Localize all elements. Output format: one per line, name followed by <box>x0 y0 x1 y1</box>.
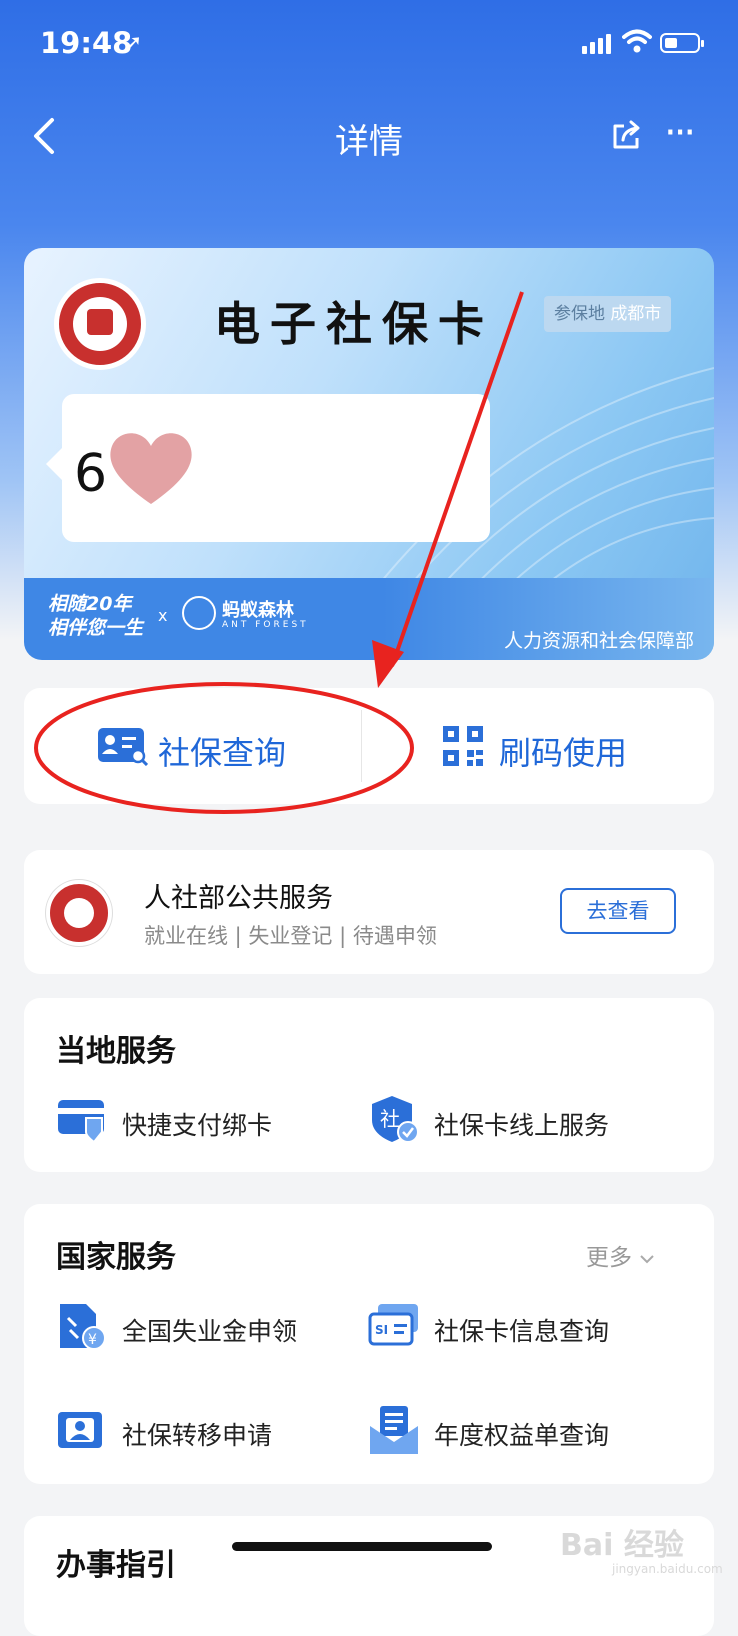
social-security-query-label: 社保查询 <box>158 734 287 772</box>
social-security-query-button[interactable]: 社保查询 <box>24 688 369 804</box>
status-bar: 19:48 ➚ <box>0 0 738 90</box>
card-title: 电子社保卡 <box>214 297 494 351</box>
heart-sticker-icon <box>110 433 192 504</box>
status-time: 19:48 <box>40 26 133 60</box>
region-value: 成都市 <box>610 304 662 324</box>
watermark: Bai 经验 <box>560 1528 684 1563</box>
card-actions: 社保查询 刷码使用 <box>24 688 714 804</box>
svg-text:社: 社 <box>380 1107 400 1131</box>
card-footer: 相随20年 相伴您一生 x 蚂蚁森林 ANT FOREST 人力资源和社会保障部 <box>24 578 714 660</box>
battery-icon <box>660 33 704 53</box>
item-label: 快捷支付绑卡 <box>122 1111 273 1140</box>
chevron-down-icon <box>640 1255 655 1264</box>
svg-text:SI: SI <box>375 1323 388 1337</box>
item-label: 年度权益单查询 <box>434 1421 610 1450</box>
section-title: 国家服务 <box>56 1240 176 1275</box>
more-link[interactable]: 更多 <box>586 1238 655 1272</box>
partner-name: 蚂蚁森林 <box>222 600 294 621</box>
social-security-logo <box>54 278 146 370</box>
section-title: 当地服务 <box>56 1034 176 1069</box>
issuer-name: 人力资源和社会保障部 <box>503 630 694 652</box>
share-icon[interactable] <box>610 118 644 152</box>
item-label: 社保转移申请 <box>122 1421 273 1450</box>
scan-code-label: 刷码使用 <box>499 734 628 772</box>
location-icon: ➚ <box>124 31 143 56</box>
public-service-panel[interactable]: 人社部公共服务 就业在线 | 失业登记 | 待遇申领 去查看 <box>24 850 714 974</box>
section-title: 办事指引 <box>56 1548 176 1583</box>
item-label: 社保卡线上服务 <box>434 1111 610 1140</box>
shield-check-icon: 社 <box>372 1096 419 1143</box>
cross-mark: x <box>158 606 168 625</box>
view-button[interactable]: 去查看 <box>560 888 676 934</box>
more-icon[interactable]: ··· <box>664 113 696 153</box>
signal-icon <box>582 34 614 54</box>
scan-code-button[interactable]: 刷码使用 <box>369 688 714 804</box>
id-card-search-icon <box>98 728 148 766</box>
watermark-url: jingyan.baidu.com <box>612 1562 723 1576</box>
slogan-line-2: 相伴您一生 <box>48 617 144 639</box>
region-label: 参保地 <box>554 304 605 324</box>
local-services-panel: 当地服务 快捷支付绑卡 社 社保卡线上服务 <box>24 998 714 1172</box>
more-label: 更多 <box>586 1245 632 1271</box>
wifi-icon <box>622 29 652 53</box>
ant-forest-icon <box>182 596 216 630</box>
si-card-icon: SI <box>368 1304 418 1346</box>
public-service-title: 人社部公共服务 <box>144 883 333 914</box>
divider <box>361 710 362 782</box>
national-services-panel: 国家服务 更多 ¥ 全国失业金申领 SI 社保卡信息查询 社保转移申请 年度权益… <box>24 1204 714 1484</box>
person-card-icon <box>58 1412 102 1448</box>
social-security-card[interactable]: 电子社保卡 参保地 成都市 6 相随20年 相伴您一生 x 蚂蚁森林 ANT F… <box>24 248 714 660</box>
card-number: 6 <box>74 444 108 504</box>
item-label: 社保卡信息查询 <box>434 1317 610 1346</box>
home-indicator[interactable] <box>232 1542 492 1551</box>
public-service-subtitle: 就业在线 | 失业登记 | 待遇申领 <box>144 924 437 948</box>
qr-code-icon <box>443 726 483 766</box>
unemployment-doc-icon: ¥ <box>60 1304 106 1350</box>
slogan-line-1: 相随20年 <box>48 593 132 615</box>
envelope-doc-icon <box>370 1406 418 1454</box>
svg-text:¥: ¥ <box>88 1332 97 1348</box>
card-shield-icon <box>58 1100 104 1144</box>
social-security-logo <box>46 880 112 946</box>
partner-name-en: ANT FOREST <box>222 620 309 630</box>
slogan: 相随20年 相伴您一生 <box>48 592 143 640</box>
region-badge: 参保地 成都市 <box>544 296 672 332</box>
item-label: 全国失业金申领 <box>122 1317 298 1346</box>
